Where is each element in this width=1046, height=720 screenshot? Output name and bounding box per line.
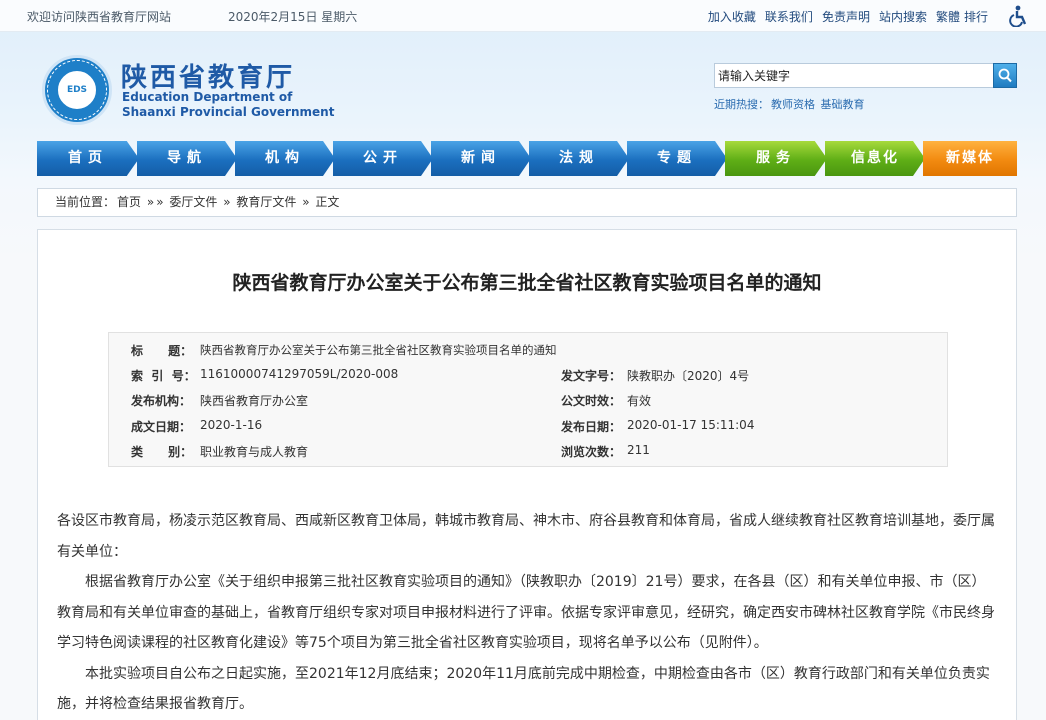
- info-label-org: 发布机构：: [131, 394, 192, 408]
- hot-item-teacher-qualification[interactable]: 教师资格: [771, 98, 815, 111]
- article-paragraph: 本批实验项目自公布之日起实施，至2021年12月底结束；2020年11月底前完成…: [57, 665, 990, 713]
- add-favorite-link[interactable]: 加入收藏: [708, 10, 756, 24]
- breadcrumb-home[interactable]: 首页: [117, 195, 141, 209]
- info-value-valid: 有效: [627, 394, 652, 408]
- info-value-views: 211: [627, 443, 650, 457]
- nav-informatization[interactable]: 信息化: [825, 141, 925, 176]
- info-label-valid: 公文时效：: [561, 394, 622, 408]
- article-container: 陕西省教育厅办公室关于公布第三批全省社区教育实验项目名单的通知 标 题： 陕西省…: [37, 229, 1017, 720]
- document-info-table: 标 题： 陕西省教育厅办公室关于公布第三批全省社区教育实验项目名单的通知 索 引…: [108, 332, 948, 467]
- search-icon: [998, 68, 1012, 83]
- ranking-link[interactable]: 排行: [964, 10, 988, 24]
- info-value-org: 陕西省教育厅办公室: [200, 394, 309, 408]
- logo-emblem[interactable]: EDS: [42, 55, 112, 125]
- info-label-created: 成文日期：: [131, 420, 192, 434]
- top-bar: 欢迎访问陕西省教育厅网站 2020年2月15日 星期六 加入收藏 联系我们 免责声明…: [0, 0, 1046, 32]
- info-label-category: 类 别：: [131, 445, 193, 459]
- logo-text: EDS: [66, 85, 88, 95]
- info-label-docno: 发文字号：: [561, 369, 622, 383]
- nav-news[interactable]: 新闻: [431, 141, 531, 176]
- breadcrumb: 当前位置： 首页 »» 委厅文件 » 教育厅文件 » 正文: [37, 188, 1017, 217]
- nav-services[interactable]: 服务: [725, 141, 827, 176]
- accessibility-icon[interactable]: [1009, 5, 1029, 27]
- info-label-index: 索 引 号：: [131, 369, 196, 383]
- breadcrumb-documents[interactable]: 委厅文件: [169, 195, 217, 209]
- article-paragraph: 各设区市教育局，杨凌示范区教育局、西咸新区教育卫体局，韩城市教育局、神木市、府谷…: [57, 513, 995, 560]
- info-value-created: 2020-1-16: [200, 418, 263, 432]
- breadcrumb-separator: »: [223, 195, 231, 209]
- article-body: 各设区市教育局，杨凌示范区教育局、西咸新区教育卫体局，韩城市教育局、神木市、府谷…: [57, 506, 999, 720]
- article-title: 陕西省教育厅办公室关于公布第三批全省社区教育实验项目名单的通知: [232, 272, 822, 294]
- info-value-title: 陕西省教育厅办公室关于公布第三批全省社区教育实验项目名单的通知: [200, 343, 557, 357]
- nav-guide[interactable]: 导航: [137, 141, 237, 176]
- nav-public-info[interactable]: 公开: [333, 141, 433, 176]
- info-value-docno: 陕教职办〔2020〕4号: [627, 369, 750, 383]
- search-button[interactable]: [993, 63, 1017, 88]
- info-value-category: 职业教育与成人教育: [200, 445, 309, 459]
- site-title-en: Education Department of Shaanxi Provinci…: [122, 90, 334, 120]
- search-input[interactable]: [714, 63, 994, 88]
- info-value-index: 11610000741297059L/2020-008: [200, 367, 399, 381]
- nav-home[interactable]: 首页: [37, 141, 139, 176]
- nav-new-media[interactable]: 新媒体: [923, 141, 1017, 176]
- breadcrumb-dept-documents[interactable]: 教育厅文件: [236, 195, 296, 209]
- site-title-en-line2: Shaanxi Provincial Government: [122, 105, 335, 119]
- contact-link[interactable]: 联系我们: [765, 10, 813, 24]
- breadcrumb-separator: »: [156, 195, 164, 209]
- info-label-published: 发布日期：: [561, 420, 622, 434]
- info-value-published: 2020-01-17 15:11:04: [627, 418, 755, 432]
- hot-searches: 近期热搜： 教师资格 基础教育: [714, 96, 867, 112]
- info-label-title: 标 题：: [131, 344, 193, 358]
- hot-item-basic-education[interactable]: 基础教育: [821, 98, 865, 111]
- welcome-text: 欢迎访问陕西省教育厅网站: [27, 10, 172, 24]
- traditional-chinese-link[interactable]: 繁體: [936, 10, 960, 24]
- site-search-link[interactable]: 站内搜索: [879, 10, 927, 24]
- info-label-views: 浏览次数：: [561, 445, 622, 459]
- site-title-en-line1: Education Department of: [122, 90, 293, 104]
- search-box: [714, 63, 1017, 88]
- disclaimer-link[interactable]: 免责声明: [822, 10, 870, 24]
- breadcrumb-separator: »: [302, 195, 310, 209]
- top-links: 加入收藏 联系我们 免责声明 站内搜索 繁體 排行: [699, 8, 988, 25]
- main-nav: 首页 导航 机构 公开 新闻 法规 专题 服务 信息化 新媒体: [37, 141, 1017, 176]
- nav-regulations[interactable]: 法规: [529, 141, 629, 176]
- date-text: 2020年2月15日 星期六: [228, 10, 358, 24]
- breadcrumb-label: 当前位置：: [55, 195, 116, 209]
- nav-topics[interactable]: 专题: [627, 141, 727, 176]
- nav-organization[interactable]: 机构: [235, 141, 335, 176]
- breadcrumb-separator: »: [146, 195, 155, 209]
- logo-inner: EDS: [56, 69, 98, 111]
- site-title-cn[interactable]: 陕西省教育厅: [121, 57, 295, 94]
- breadcrumb-current: 正文: [315, 195, 340, 209]
- article-paragraph: 根据省教育厅办公室《关于组织申报第三批社区教育实验项目的通知》（陕教职办〔201…: [57, 574, 995, 651]
- hot-label: 近期热搜：: [714, 98, 769, 111]
